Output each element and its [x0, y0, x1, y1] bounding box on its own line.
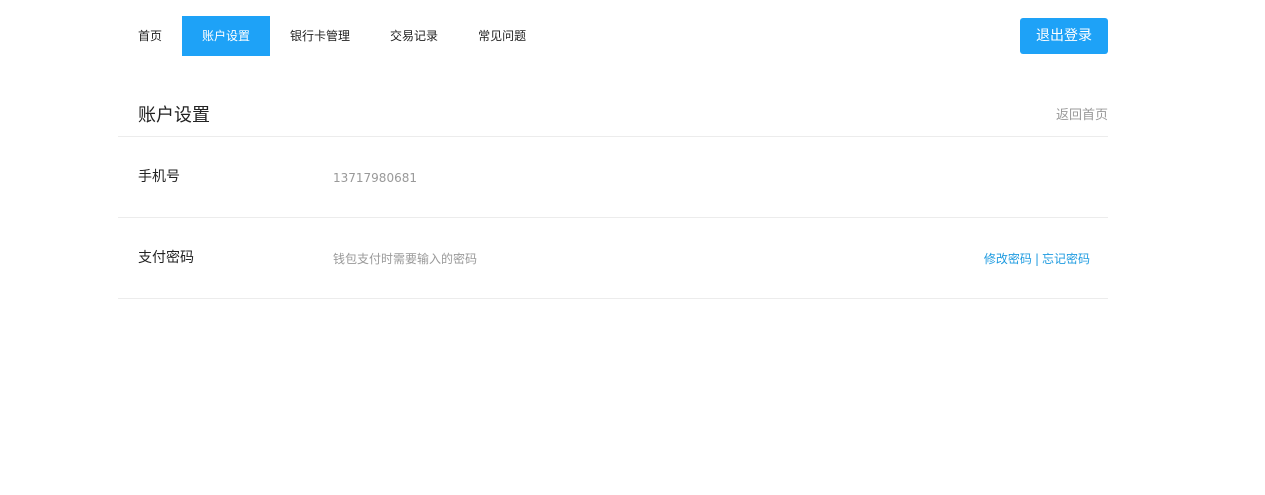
phone-value: 13717980681 — [333, 171, 417, 185]
pay-password-description: 钱包支付时需要输入的密码 — [333, 252, 478, 266]
row-divider — [118, 217, 1108, 218]
pay-password-label: 支付密码 — [138, 250, 194, 266]
logout-button[interactable]: 退出登录 — [1020, 18, 1108, 54]
phone-label: 手机号 — [138, 169, 180, 185]
top-nav: 首页 账户设置 银行卡管理 交易记录 常见问题 — [118, 16, 546, 56]
nav-item-transactions[interactable]: 交易记录 — [370, 16, 458, 56]
change-password-link[interactable]: 修改密码 — [984, 252, 1032, 266]
link-separator: | — [1034, 252, 1039, 266]
nav-item-bank-cards[interactable]: 银行卡管理 — [270, 16, 370, 56]
forgot-password-link[interactable]: 忘记密码 — [1042, 252, 1090, 266]
back-home-link[interactable]: 返回首页 — [1056, 107, 1108, 125]
header-divider — [118, 136, 1108, 137]
page-title: 账户设置 — [138, 105, 210, 126]
page: 首页 账户设置 银行卡管理 交易记录 常见问题 退出登录 账户设置 返回首页 手… — [0, 0, 1265, 495]
nav-item-faq[interactable]: 常见问题 — [458, 16, 546, 56]
pay-password-actions: 修改密码 | 忘记密码 — [984, 250, 1090, 268]
nav-item-home[interactable]: 首页 — [118, 16, 182, 56]
row-divider — [118, 298, 1108, 299]
nav-item-account-settings[interactable]: 账户设置 — [182, 16, 271, 56]
